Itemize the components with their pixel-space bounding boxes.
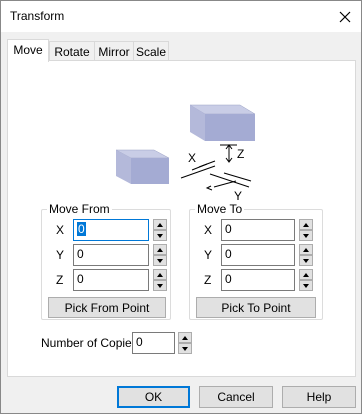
number-of-copies-spin-up[interactable] bbox=[178, 332, 192, 343]
spin-down-icon bbox=[303, 283, 309, 288]
z-arrow bbox=[220, 144, 237, 163]
number-of-copies-value: 0 bbox=[136, 335, 143, 349]
move-from-z-spinner[interactable] bbox=[153, 269, 167, 291]
tab-rotate[interactable]: Rotate bbox=[49, 41, 95, 61]
y-arrow bbox=[205, 172, 252, 191]
help-button[interactable]: Help bbox=[282, 386, 356, 408]
move-to-x-value: 0 bbox=[225, 222, 232, 236]
tab-move-label: Move bbox=[13, 43, 43, 57]
tab-mirror-label: Mirror bbox=[98, 45, 130, 59]
close-button[interactable] bbox=[329, 1, 361, 32]
move-from-y-spin-up[interactable] bbox=[153, 244, 167, 255]
move-from-x-spinner[interactable] bbox=[153, 219, 167, 241]
spin-up-icon bbox=[157, 247, 163, 252]
move-from-x-input[interactable]: 0 bbox=[73, 219, 149, 241]
number-of-copies-label: Number of Copies bbox=[41, 336, 138, 350]
move-from-y-spinner[interactable] bbox=[153, 244, 167, 266]
move-to-group: Move To X 0 Y 0 Z 0 Pick To Point bbox=[189, 202, 323, 320]
spin-down-icon bbox=[157, 258, 163, 263]
source-box bbox=[115, 149, 170, 184]
move-to-x-input[interactable]: 0 bbox=[221, 219, 295, 241]
pick-from-point-button[interactable]: Pick From Point bbox=[48, 297, 166, 318]
move-to-x-spin-down[interactable] bbox=[299, 230, 313, 241]
move-from-x-label: X bbox=[56, 223, 65, 237]
tab-move[interactable]: Move bbox=[7, 39, 49, 62]
move-to-y-input[interactable]: 0 bbox=[221, 244, 295, 266]
move-from-z-value: 0 bbox=[77, 272, 84, 286]
title-bar: Transform bbox=[1, 1, 361, 32]
ok-label: OK bbox=[144, 390, 163, 404]
move-from-y-value: 0 bbox=[77, 247, 84, 261]
move-from-z-input[interactable]: 0 bbox=[73, 269, 149, 291]
spin-down-icon bbox=[303, 258, 309, 263]
move-from-z-label: Z bbox=[56, 273, 64, 287]
tab-mirror[interactable]: Mirror bbox=[94, 41, 134, 61]
move-to-x-label: X bbox=[204, 223, 213, 237]
pick-to-point-button[interactable]: Pick To Point bbox=[196, 297, 316, 318]
move-to-y-value: 0 bbox=[225, 247, 232, 261]
number-of-copies-spin-down[interactable] bbox=[178, 343, 192, 354]
diagram-z-label: Z bbox=[237, 147, 244, 161]
spin-up-icon bbox=[303, 247, 309, 252]
move-from-group: Move From X 0 Y 0 Z 0 Pick From Point bbox=[41, 202, 171, 320]
move-to-z-spinner[interactable] bbox=[299, 269, 313, 291]
tab-scale[interactable]: Scale bbox=[133, 41, 169, 61]
move-to-z-value: 0 bbox=[225, 272, 232, 286]
move-to-y-label: Y bbox=[204, 248, 213, 262]
move-diagram: Z X Y bbox=[115, 104, 256, 201]
move-to-y-spin-down[interactable] bbox=[299, 255, 313, 266]
move-to-y-spinner[interactable] bbox=[299, 244, 313, 266]
spin-down-icon bbox=[182, 346, 188, 351]
move-from-x-spin-up[interactable] bbox=[153, 219, 167, 230]
window-title: Transform bbox=[10, 9, 65, 23]
diagram-y-label: Y bbox=[234, 189, 242, 201]
move-from-y-label: Y bbox=[56, 248, 65, 262]
move-from-z-spin-down[interactable] bbox=[153, 280, 167, 291]
move-to-title: Move To bbox=[195, 202, 245, 216]
spin-up-icon bbox=[182, 335, 188, 340]
close-icon bbox=[339, 11, 351, 22]
destination-box bbox=[189, 104, 256, 141]
cancel-button[interactable]: Cancel bbox=[199, 386, 273, 408]
tab-rotate-label: Rotate bbox=[54, 45, 90, 59]
move-to-z-label: Z bbox=[204, 273, 212, 287]
move-from-title: Move From bbox=[47, 202, 112, 216]
spin-up-icon bbox=[157, 272, 163, 277]
transform-dialog: Transform Move Rotate Mirror Scale Z X Y… bbox=[0, 0, 362, 414]
move-to-z-input[interactable]: 0 bbox=[221, 269, 295, 291]
number-of-copies-spinner[interactable] bbox=[178, 332, 192, 354]
spin-up-icon bbox=[303, 272, 309, 277]
move-from-y-input[interactable]: 0 bbox=[73, 244, 149, 266]
move-from-x-value: 0 bbox=[77, 222, 86, 236]
move-tab-panel: Z X Y Move From X 0 Y 0 Z 0 Pick From Po… bbox=[7, 60, 356, 377]
number-of-copies-input[interactable]: 0 bbox=[132, 332, 175, 354]
pick-to-point-label: Pick To Point bbox=[221, 300, 291, 315]
spin-up-icon bbox=[157, 222, 163, 227]
move-to-y-spin-up[interactable] bbox=[299, 244, 313, 255]
help-label: Help bbox=[306, 390, 332, 404]
move-to-x-spinner[interactable] bbox=[299, 219, 313, 241]
spin-up-icon bbox=[303, 222, 309, 227]
spin-down-icon bbox=[303, 233, 309, 238]
move-to-z-spin-up[interactable] bbox=[299, 269, 313, 280]
x-arrow bbox=[180, 160, 216, 179]
move-from-x-spin-down[interactable] bbox=[153, 230, 167, 241]
pick-from-point-label: Pick From Point bbox=[64, 300, 150, 315]
tab-scale-label: Scale bbox=[135, 45, 167, 59]
move-from-z-spin-up[interactable] bbox=[153, 269, 167, 280]
move-to-x-spin-up[interactable] bbox=[299, 219, 313, 230]
ok-button[interactable]: OK bbox=[117, 386, 190, 408]
cancel-label: Cancel bbox=[217, 390, 255, 404]
spin-down-icon bbox=[157, 283, 163, 288]
move-from-y-spin-down[interactable] bbox=[153, 255, 167, 266]
diagram-x-label: X bbox=[188, 151, 196, 165]
spin-down-icon bbox=[157, 233, 163, 238]
move-to-z-spin-down[interactable] bbox=[299, 280, 313, 291]
